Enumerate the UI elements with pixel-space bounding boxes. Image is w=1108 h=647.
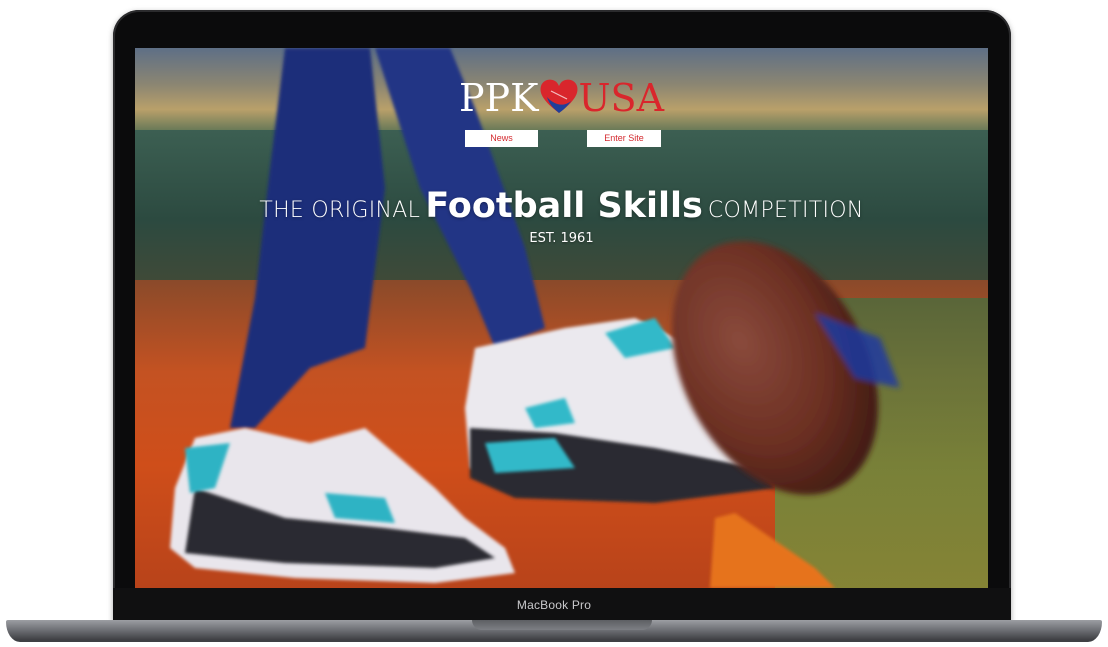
headline-suffix: COMPETITION xyxy=(707,198,864,223)
logo-ppk-text: PPK xyxy=(458,76,539,120)
football-heart-icon xyxy=(537,77,581,115)
news-button[interactable]: News xyxy=(465,130,538,147)
enter-site-button[interactable]: Enter Site xyxy=(587,130,661,147)
laptop-base-notch xyxy=(472,620,652,630)
website-screen: PPK USA News Enter Site THE ORIGINAL Foo… xyxy=(135,48,988,588)
top-nav: News Enter Site xyxy=(135,130,988,148)
device-label: MacBook Pro xyxy=(516,598,592,612)
headline-prefix: THE ORIGINAL xyxy=(259,198,421,223)
site-logo[interactable]: PPK USA xyxy=(135,76,988,120)
kicking-tee xyxy=(710,513,835,588)
established-tagline: EST. 1961 xyxy=(529,231,594,246)
hero-headline: THE ORIGINAL Football Skills COMPETITION xyxy=(135,186,988,226)
logo-usa-text: USA xyxy=(578,76,665,120)
headline-highlight: Football Skills xyxy=(425,186,703,226)
hero-photo-illustration xyxy=(170,48,900,588)
